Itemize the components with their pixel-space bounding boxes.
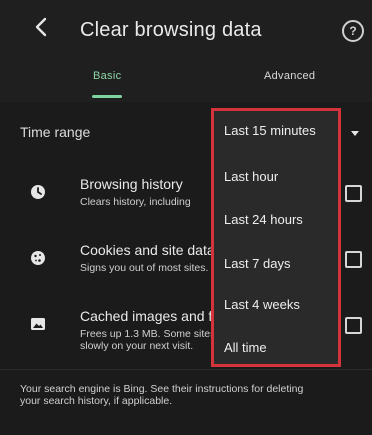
footer-line-2: your search history, if applicable.: [20, 395, 173, 407]
time-range-dropdown[interactable]: Last 15 minutes Last hour Last 24 hours …: [211, 108, 341, 367]
tab-basic[interactable]: Basic: [93, 70, 121, 82]
help-icon[interactable]: ?: [342, 20, 364, 42]
tab-advanced[interactable]: Advanced: [264, 70, 315, 82]
divider: [0, 369, 372, 370]
option-last-7-days[interactable]: Last 7 days: [224, 256, 291, 271]
option-last-15-minutes[interactable]: Last 15 minutes: [224, 123, 316, 138]
search-engine-note: Your search engine is Bing. See their in…: [20, 383, 370, 407]
cookie-icon: [30, 250, 46, 266]
item-title: Cookies and site data: [80, 242, 215, 258]
history-clock-icon: [30, 184, 46, 200]
chevron-left-icon: [34, 17, 48, 42]
image-icon: [30, 316, 46, 332]
option-all-time[interactable]: All time: [224, 340, 267, 355]
option-last-4-weeks[interactable]: Last 4 weeks: [224, 297, 300, 312]
option-last-24-hours[interactable]: Last 24 hours: [224, 212, 303, 227]
footer-line-1: Your search engine is Bing. See their in…: [20, 383, 304, 395]
clear-browsing-data-screen: Clear browsing data ? Basic Advanced Tim…: [0, 0, 372, 435]
option-last-hour[interactable]: Last hour: [224, 169, 278, 184]
top-app-bar: Clear browsing data ?: [0, 0, 372, 62]
back-button[interactable]: [30, 17, 52, 42]
item-title: Browsing history: [80, 176, 183, 192]
browsing-history-checkbox[interactable]: [345, 185, 362, 202]
active-tab-indicator: [92, 95, 122, 98]
cached-images-checkbox[interactable]: [345, 317, 362, 334]
time-range-label: Time range: [20, 124, 91, 140]
cookies-checkbox[interactable]: [345, 251, 362, 268]
dropdown-arrow-icon[interactable]: [351, 131, 359, 136]
tab-bar: Basic Advanced: [0, 62, 372, 102]
page-title: Clear browsing data: [80, 19, 262, 41]
